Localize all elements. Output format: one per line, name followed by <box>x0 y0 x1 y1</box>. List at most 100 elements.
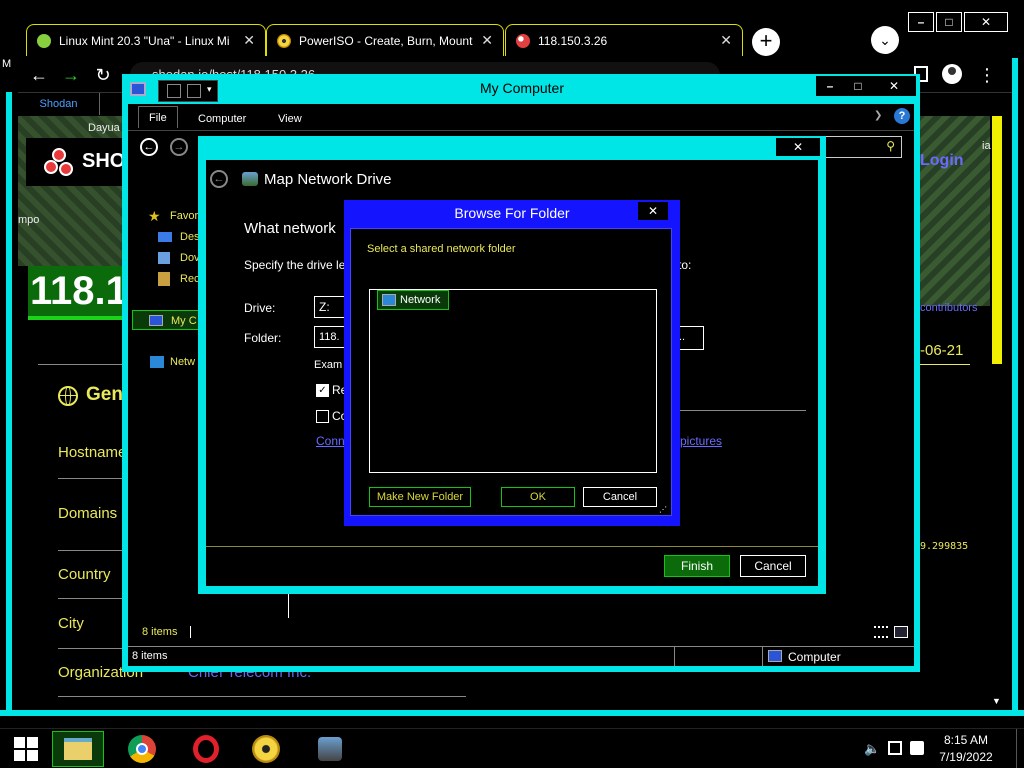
nav-favorites[interactable]: Favori <box>170 210 201 222</box>
divider <box>58 550 122 551</box>
tab-view[interactable]: View <box>268 108 312 130</box>
tab-close-icon[interactable]: ✕ <box>720 32 732 49</box>
shodan-favicon-icon <box>516 33 530 48</box>
different-credentials-checkbox[interactable] <box>316 410 329 423</box>
drive-select[interactable]: Z: <box>314 296 348 318</box>
divider <box>128 130 914 131</box>
resize-grip-icon[interactable]: ⋰ <box>659 505 669 515</box>
login-link[interactable]: Login <box>920 152 964 170</box>
computer-icon <box>130 82 146 96</box>
taskbar-chrome[interactable] <box>116 731 168 767</box>
cancel-button[interactable]: Cancel <box>583 487 657 507</box>
start-button[interactable] <box>0 731 52 767</box>
browser-maximize-button[interactable]: □ <box>936 12 962 32</box>
browse-prompt: Select a shared network folder <box>367 243 516 255</box>
browse-close-button[interactable]: ✕ <box>638 202 668 220</box>
minimize-button[interactable]: – <box>816 76 844 96</box>
divider <box>920 364 970 365</box>
shodan-logo[interactable]: SHO <box>26 138 132 186</box>
large-icons-view-icon[interactable] <box>894 626 908 638</box>
close-button[interactable]: ✕ <box>872 76 916 96</box>
network-status-icon[interactable] <box>888 741 902 755</box>
tab-title: 118.150.3.26 <box>538 33 608 48</box>
forward-icon[interactable]: → <box>170 138 188 156</box>
taskbar-poweriso[interactable] <box>240 731 292 767</box>
browse-body: Select a shared network folder Network M… <box>350 228 672 516</box>
quick-access-toolbar[interactable]: ▾ <box>158 80 218 102</box>
taskbar-network-app[interactable] <box>304 731 356 767</box>
customize-dropdown-icon[interactable]: ▾ <box>207 84 215 98</box>
drive-label: Drive: <box>244 301 276 315</box>
speaker-muted-icon[interactable]: 🔈 <box>864 741 880 757</box>
tab-linux-mint[interactable]: Linux Mint 20.3 "Una" - Linux Mi ✕ <box>26 24 266 56</box>
new-tab-button[interactable]: + <box>752 28 780 56</box>
reconnect-checkbox[interactable]: ✓ <box>316 384 329 397</box>
properties-icon[interactable] <box>167 84 181 98</box>
contributors-link[interactable]: contributors <box>920 302 977 314</box>
profile-avatar[interactable] <box>942 64 962 84</box>
forward-button[interactable]: → <box>60 64 82 86</box>
nav-downloads[interactable]: Dov <box>180 252 200 264</box>
maximize-button[interactable]: □ <box>844 76 872 96</box>
nav-recent[interactable]: Rec <box>180 273 200 285</box>
connect-website-link-tail[interactable]: pictures <box>680 434 722 448</box>
example-text: Exam <box>314 359 343 371</box>
tab-shodan-active[interactable]: 118.150.3.26 ✕ <box>505 24 743 56</box>
reload-button[interactable]: ↻ <box>92 64 114 86</box>
chrome-menu-button[interactable]: ⋮ <box>976 64 998 86</box>
scrollbar-thumb[interactable] <box>992 116 1002 364</box>
field-country: Country <box>58 566 111 583</box>
network-icon <box>382 294 396 306</box>
nav-network[interactable]: Netw <box>170 356 195 368</box>
browser-tab-strip: Linux Mint 20.3 "Una" - Linux Mi ✕ Power… <box>0 0 1024 58</box>
finish-button[interactable]: Finish <box>664 555 730 577</box>
status-item-count: 8 items <box>142 626 178 638</box>
clock-time[interactable]: 8:15 AM <box>936 733 996 747</box>
new-folder-icon[interactable] <box>187 84 201 98</box>
help-button[interactable]: ? <box>894 108 910 124</box>
action-center-icon[interactable] <box>910 741 924 755</box>
back-button[interactable]: ← <box>28 64 50 86</box>
map-label: Dayua <box>88 122 120 134</box>
tab-computer[interactable]: Computer <box>188 108 256 130</box>
field-hostname: Hostname <box>58 444 127 461</box>
divider <box>58 648 122 649</box>
tab-search-button[interactable]: ⌄ <box>871 26 899 54</box>
tree-item-network[interactable]: Network <box>377 290 449 310</box>
back-icon[interactable]: ← <box>210 170 228 188</box>
scroll-down-icon[interactable]: ▼ <box>992 696 1001 706</box>
browser-close-button[interactable]: ✕ <box>964 12 1008 32</box>
details-view-icon[interactable] <box>874 626 888 638</box>
ribbon-expand-icon[interactable]: ❯ <box>874 110 882 121</box>
make-new-folder-button[interactable]: Make New Folder <box>369 487 471 507</box>
cancel-button[interactable]: Cancel <box>740 555 806 577</box>
tab-close-icon[interactable]: ✕ <box>243 32 255 49</box>
divider <box>58 696 466 697</box>
globe-icon <box>58 386 78 406</box>
divider <box>206 546 818 547</box>
nav-desktop[interactable]: Des <box>180 231 200 243</box>
tab-close-icon[interactable]: ✕ <box>481 32 493 49</box>
show-desktop-button[interactable] <box>1016 729 1024 768</box>
frame-edge <box>6 92 12 716</box>
dialog-close-button[interactable]: ✕ <box>776 138 820 156</box>
bookmark-shodan[interactable]: Shodan <box>18 93 100 115</box>
ok-button[interactable]: OK <box>501 487 575 507</box>
downloads-icon <box>158 252 170 264</box>
taskbar-opera[interactable] <box>180 731 232 767</box>
tab-poweriso[interactable]: PowerISO - Create, Burn, Mount, ✕ <box>266 24 504 56</box>
dialog-title: Map Network Drive <box>264 171 392 188</box>
browser-minimize-button[interactable]: – <box>908 12 934 32</box>
clock-date[interactable]: 7/19/2022 <box>936 750 996 764</box>
folder-input[interactable]: 118. <box>314 326 348 348</box>
connect-website-link[interactable]: Conn <box>316 434 345 448</box>
nav-my-computer-selected[interactable]: My C <box>132 310 202 330</box>
field-city: City <box>58 615 84 632</box>
search-box[interactable]: ⚲ <box>822 136 902 158</box>
back-icon[interactable]: ← <box>140 138 158 156</box>
taskbar-file-explorer[interactable] <box>52 731 104 767</box>
tab-file[interactable]: File <box>138 106 178 128</box>
date-value: -06-21 <box>920 342 964 359</box>
folder-tree[interactable]: Network <box>369 289 657 473</box>
browse-button[interactable]: .. <box>676 326 704 350</box>
